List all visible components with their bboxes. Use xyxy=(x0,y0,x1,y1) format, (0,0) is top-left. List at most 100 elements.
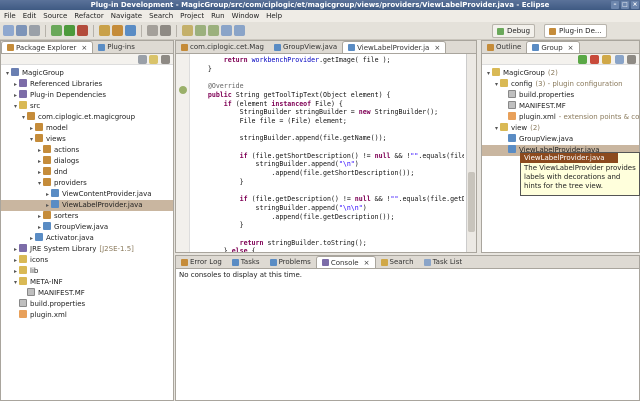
collapsed-arrow-icon[interactable]: ▸ xyxy=(12,255,19,266)
link-with-editor-icon[interactable] xyxy=(149,55,158,64)
expanded-arrow-icon[interactable]: ▾ xyxy=(36,178,43,189)
explorer-item-meta-inf[interactable]: ▾ META-INF xyxy=(1,277,173,288)
collapsed-arrow-icon[interactable]: ▸ xyxy=(36,167,43,178)
new-java-project-icon[interactable] xyxy=(99,25,110,36)
remove-icon[interactable] xyxy=(590,55,599,64)
explorer-item-icons[interactable]: ▸ icons xyxy=(1,255,173,266)
expanded-arrow-icon[interactable]: ▾ xyxy=(20,112,27,123)
explorer-item-src[interactable]: ▾ src xyxy=(1,101,173,112)
expanded-arrow-icon[interactable]: ▾ xyxy=(12,101,19,112)
outline-tab-outline[interactable]: Outline xyxy=(482,41,526,53)
explorer-item-magicgroup[interactable]: ▾ MagicGroup xyxy=(1,68,173,79)
explorer-item-sorters[interactable]: ▸ sorters xyxy=(1,211,173,222)
forward-icon[interactable] xyxy=(234,25,245,36)
search-icon[interactable] xyxy=(160,25,171,36)
new-class-icon[interactable] xyxy=(125,25,136,36)
perspective-debug[interactable]: Debug xyxy=(492,24,536,38)
group-item-plugin-xml[interactable]: plugin.xml - extension points & co xyxy=(482,112,639,123)
collapsed-arrow-icon[interactable]: ▸ xyxy=(36,211,43,222)
collapsed-arrow-icon[interactable]: ▸ xyxy=(12,244,19,255)
explorer-tab-package-explorer[interactable]: Package Explorer × xyxy=(1,41,94,53)
close-tab-icon[interactable]: × xyxy=(364,259,370,267)
expanded-arrow-icon[interactable]: ▾ xyxy=(485,68,492,79)
expanded-arrow-icon[interactable]: ▾ xyxy=(4,68,11,79)
external-tools-icon[interactable] xyxy=(77,25,88,36)
close-tab-icon[interactable]: × xyxy=(568,44,574,52)
collapsed-arrow-icon[interactable]: ▸ xyxy=(36,156,43,167)
editor-tab-viewlabelprovider-ja[interactable]: ViewLabelProvider.ja × xyxy=(342,41,447,53)
editor-tab-com-ciplogic-cet-mag[interactable]: com.ciplogic.cet.Mag xyxy=(176,41,269,53)
collapsed-arrow-icon[interactable]: ▸ xyxy=(28,123,35,134)
view-menu-icon[interactable] xyxy=(627,55,636,64)
close-tab-icon[interactable]: × xyxy=(81,44,87,52)
menu-window[interactable]: Window xyxy=(232,12,260,20)
refresh-icon[interactable] xyxy=(615,55,624,64)
explorer-item-viewcontentprovider-java[interactable]: ▸ ViewContentProvider.java xyxy=(1,189,173,200)
code-area[interactable]: return workbenchProvider.getImage( file … xyxy=(192,54,464,252)
previous-annotation-icon[interactable] xyxy=(208,25,219,36)
menu-help[interactable]: Help xyxy=(266,12,282,20)
explorer-item-model[interactable]: ▸ model xyxy=(1,123,173,134)
explorer-item-manifest-mf[interactable]: MANIFEST.MF xyxy=(1,288,173,299)
group-item-config[interactable]: ▾ config (3) - plugin configuration xyxy=(482,79,639,90)
next-annotation-icon[interactable] xyxy=(195,25,206,36)
explorer-item-plugin-xml[interactable]: plugin.xml xyxy=(1,310,173,321)
expanded-arrow-icon[interactable]: ▾ xyxy=(12,277,19,288)
menu-navigate[interactable]: Navigate xyxy=(111,12,142,20)
menu-run[interactable]: Run xyxy=(211,12,224,20)
menu-refactor[interactable]: Refactor xyxy=(74,12,103,20)
explorer-tab-plug-ins[interactable]: Plug-ins xyxy=(93,41,140,53)
group-item-view[interactable]: ▾ view (2) xyxy=(482,123,639,134)
expanded-arrow-icon[interactable]: ▾ xyxy=(28,134,35,145)
collapsed-arrow-icon[interactable]: ▸ xyxy=(36,222,43,233)
explorer-item-dialogs[interactable]: ▸ dialogs xyxy=(1,156,173,167)
collapsed-arrow-icon[interactable]: ▸ xyxy=(44,200,51,211)
explorer-item-groupview-java[interactable]: ▸ GroupView.java xyxy=(1,222,173,233)
perspective-plugin-development[interactable]: Plug-in De... xyxy=(544,24,607,38)
maximize-icon[interactable]: □ xyxy=(621,1,629,9)
close-tab-icon[interactable]: × xyxy=(434,44,440,52)
explorer-item-activator-java[interactable]: ▸ Activator.java xyxy=(1,233,173,244)
collapsed-arrow-icon[interactable]: ▸ xyxy=(36,145,43,156)
save-icon[interactable] xyxy=(16,25,27,36)
bottom-tab-problems[interactable]: Problems xyxy=(265,256,316,268)
edit-icon[interactable] xyxy=(602,55,611,64)
explorer-item-dnd[interactable]: ▸ dnd xyxy=(1,167,173,178)
collapse-all-icon[interactable] xyxy=(138,55,147,64)
explorer-item-jre-system-library[interactable]: ▸ JRE System Library [J2SE-1.5] xyxy=(1,244,173,255)
collapsed-arrow-icon[interactable]: ▸ xyxy=(28,233,35,244)
close-icon[interactable]: × xyxy=(631,1,639,9)
editor-vertical-scrollbar[interactable] xyxy=(466,54,476,252)
mark-occurrences-icon[interactable] xyxy=(182,25,193,36)
expanded-arrow-icon[interactable]: ▾ xyxy=(493,79,500,90)
print-icon[interactable] xyxy=(29,25,40,36)
explorer-item-build-properties[interactable]: build.properties xyxy=(1,299,173,310)
bottom-tab-tasks[interactable]: Tasks xyxy=(227,256,265,268)
menu-file[interactable]: File xyxy=(4,12,16,20)
explorer-item-actions[interactable]: ▸ actions xyxy=(1,145,173,156)
group-item-magicgroup[interactable]: ▾ MagicGroup (2) xyxy=(482,68,639,79)
bottom-tab-search[interactable]: Search xyxy=(376,256,419,268)
collapsed-arrow-icon[interactable]: ▸ xyxy=(12,79,19,90)
bottom-tab-error-log[interactable]: Error Log xyxy=(176,256,227,268)
open-type-icon[interactable] xyxy=(147,25,158,36)
debug-icon[interactable] xyxy=(51,25,62,36)
menu-edit[interactable]: Edit xyxy=(23,12,37,20)
editor-scroll-thumb[interactable] xyxy=(468,172,475,232)
add-icon[interactable] xyxy=(578,55,587,64)
collapsed-arrow-icon[interactable]: ▸ xyxy=(44,189,51,200)
new-package-icon[interactable] xyxy=(112,25,123,36)
back-icon[interactable] xyxy=(221,25,232,36)
expanded-arrow-icon[interactable]: ▾ xyxy=(493,123,500,134)
explorer-item-plug-in-dependencies[interactable]: ▸ Plug-in Dependencies xyxy=(1,90,173,101)
new-icon[interactable] xyxy=(3,25,14,36)
explorer-item-providers[interactable]: ▾ providers xyxy=(1,178,173,189)
collapsed-arrow-icon[interactable]: ▸ xyxy=(12,90,19,101)
view-menu-icon[interactable] xyxy=(161,55,170,64)
explorer-item-referenced-libraries[interactable]: ▸ Referenced Libraries xyxy=(1,79,173,90)
menu-source[interactable]: Source xyxy=(43,12,67,20)
menu-project[interactable]: Project xyxy=(180,12,204,20)
menu-search[interactable]: Search xyxy=(149,12,173,20)
explorer-item-viewlabelprovider-java[interactable]: ▸ ViewLabelProvider.java xyxy=(1,200,173,211)
outline-tab-group[interactable]: Group × xyxy=(526,41,580,53)
